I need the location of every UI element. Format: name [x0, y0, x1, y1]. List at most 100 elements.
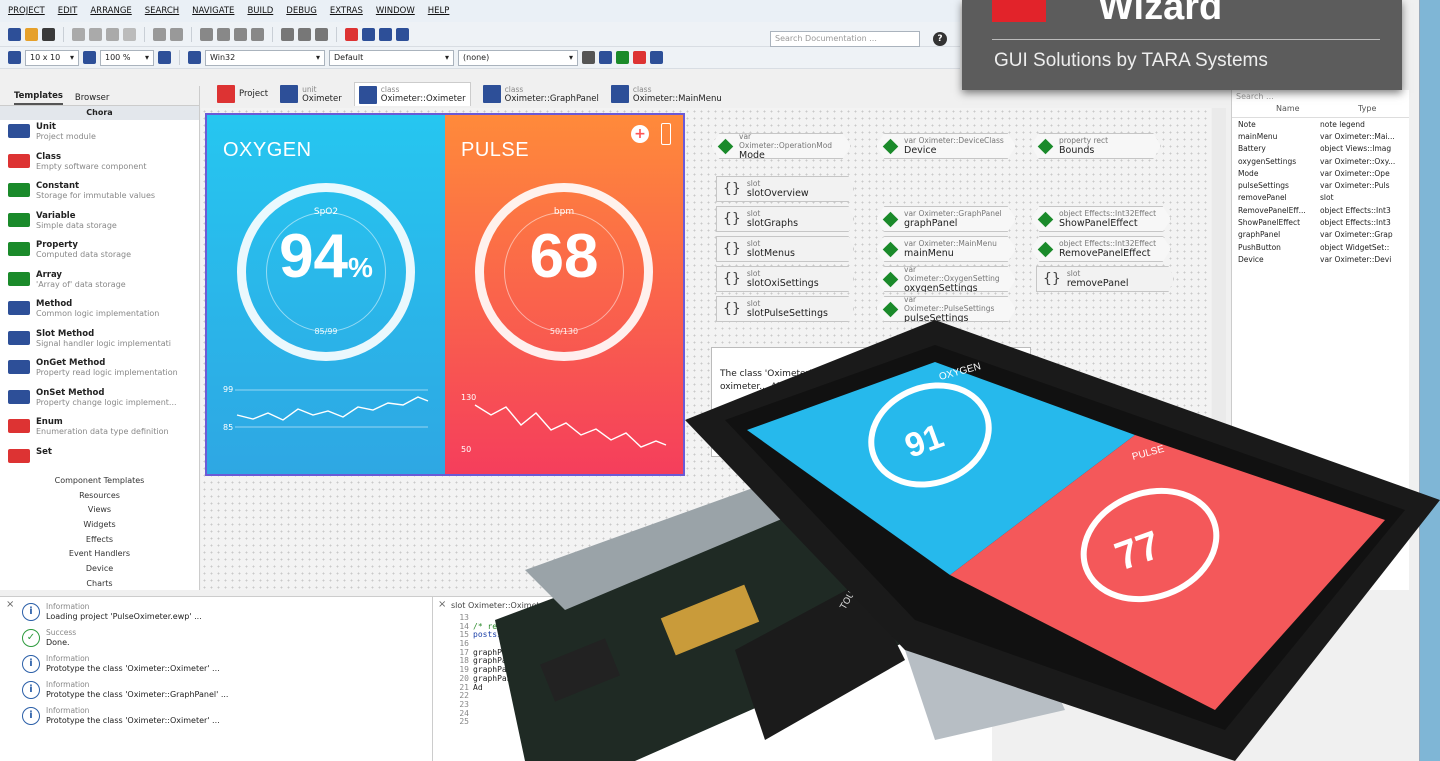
- member-row[interactable]: pulseSettings var Oximeter::Puls: [1232, 179, 1409, 191]
- log-entry[interactable]: i Information Loading project 'PulseOximet…: [0, 599, 432, 625]
- zoom-select[interactable]: 100 % ▾: [100, 49, 154, 66]
- zoom-in-icon[interactable]: [298, 27, 311, 41]
- fit-icon[interactable]: [158, 51, 171, 64]
- zoom-icon[interactable]: [281, 27, 294, 41]
- slot-node[interactable]: {} slot slotPulseSettings: [716, 296, 854, 322]
- new-file-icon[interactable]: [8, 27, 21, 41]
- zoom-out-icon[interactable]: [315, 27, 328, 41]
- align-icon[interactable]: [251, 27, 264, 41]
- delete-icon[interactable]: [123, 27, 136, 41]
- slot-node[interactable]: {} slot slotOxiSettings: [716, 266, 854, 292]
- build-icon[interactable]: [345, 27, 358, 41]
- member-node[interactable]: var Oximeter::GraphPanel graphPanel: [876, 206, 1016, 232]
- template-item[interactable]: Unit Project module: [0, 120, 199, 150]
- frame-icon[interactable]: [396, 27, 409, 41]
- filter-select[interactable]: (none) ▾: [458, 49, 578, 66]
- member-row[interactable]: ShowPanelEffect object Effects::Int3: [1232, 216, 1409, 228]
- tab-oximeter--mainmenu[interactable]: class Oximeter::MainMenu: [610, 85, 722, 104]
- frame-icon[interactable]: [379, 27, 392, 41]
- member-node[interactable]: object Effects::Int32Effect ShowPanelEffe…: [1031, 206, 1171, 232]
- member-node[interactable]: property rect Bounds: [1031, 133, 1161, 159]
- member-row[interactable]: graphPanel var Oximeter::Grap: [1232, 229, 1409, 241]
- log-entry[interactable]: ✓ Success Done.: [0, 625, 432, 651]
- tab-oximeter[interactable]: unit Oximeter: [280, 85, 342, 104]
- member-row[interactable]: Device var Oximeter::Devi: [1232, 253, 1409, 265]
- member-row[interactable]: Battery object Views::Imag: [1232, 143, 1409, 155]
- slot-node[interactable]: {} slot slotGraphs: [716, 206, 854, 232]
- tool-icon[interactable]: [616, 51, 629, 64]
- member-row[interactable]: removePanel slot: [1232, 192, 1409, 204]
- slot-node[interactable]: {} slot slotMenus: [716, 236, 854, 262]
- tab-oximeter--graphpanel[interactable]: class Oximeter::GraphPanel: [482, 85, 599, 104]
- menu-item-search[interactable]: SEARCH: [145, 6, 179, 16]
- category-item[interactable]: Effects: [0, 533, 199, 548]
- member-row[interactable]: mainMenu var Oximeter::Mai...: [1232, 130, 1409, 142]
- save-icon[interactable]: [42, 27, 55, 41]
- menu-item-edit[interactable]: EDIT: [58, 6, 78, 16]
- tab-templates[interactable]: Templates: [14, 89, 63, 105]
- category-item[interactable]: Resources: [0, 489, 199, 504]
- menu-item-window[interactable]: WINDOW: [376, 6, 415, 16]
- template-item[interactable]: OnSet Method Property change logic implem…: [0, 386, 199, 416]
- menu-item-navigate[interactable]: NAVIGATE: [192, 6, 234, 16]
- debug-icon[interactable]: [362, 27, 375, 41]
- align-icon[interactable]: [234, 27, 247, 41]
- profile-select[interactable]: Default ▾: [329, 49, 454, 66]
- template-item[interactable]: Set: [0, 445, 199, 475]
- template-item[interactable]: Method Common logic implementation: [0, 297, 199, 327]
- platform-select[interactable]: Win32 ▾: [205, 49, 325, 66]
- undo-icon[interactable]: [153, 27, 166, 41]
- template-item[interactable]: Slot Method Signal handler logic implemen…: [0, 327, 199, 357]
- slot-node[interactable]: {} slot slotOverview: [716, 176, 854, 202]
- class-note[interactable]: The class 'Oximeter' combine... to one a…: [711, 347, 1031, 457]
- copy-icon[interactable]: [89, 27, 102, 41]
- section-header[interactable]: Chora: [0, 106, 199, 120]
- template-item[interactable]: Constant Storage for immutable values: [0, 179, 199, 209]
- category-item[interactable]: Component Templates: [0, 474, 199, 489]
- add-icon[interactable]: +: [631, 125, 649, 143]
- align-icon[interactable]: [200, 27, 213, 41]
- category-item[interactable]: Widgets: [0, 518, 199, 533]
- tool-icon[interactable]: [633, 51, 646, 64]
- tool-icon[interactable]: [650, 51, 663, 64]
- members-search[interactable]: Search ...: [1232, 90, 1409, 104]
- refresh-icon[interactable]: [582, 51, 595, 64]
- canvas-scrollbar[interactable]: [1212, 108, 1226, 590]
- template-item[interactable]: OnGet Method Property read logic implemen…: [0, 356, 199, 386]
- menu-item-build[interactable]: BUILD: [247, 6, 273, 16]
- member-node[interactable]: var Oximeter::MainMenu mainMenu: [876, 236, 1016, 262]
- close-icon[interactable]: ×: [438, 599, 446, 610]
- template-item[interactable]: Variable Simple data storage: [0, 209, 199, 239]
- member-node[interactable]: var Oximeter::PulseSettings pulseSettings: [876, 296, 1016, 322]
- member-row[interactable]: PushButton object WidgetSet::: [1232, 241, 1409, 253]
- template-item[interactable]: Enum Enumeration data type definition: [0, 415, 199, 445]
- code-editor[interactable]: × slot Oximeter::Oximeter.slotGraphs 13 1…: [432, 596, 992, 761]
- align-icon[interactable]: [217, 27, 230, 41]
- log-entry[interactable]: i Information Prototype the class 'Oximete…: [0, 703, 432, 729]
- category-item[interactable]: Views: [0, 503, 199, 518]
- menu-item-project[interactable]: PROJECT: [8, 6, 45, 16]
- menu-item-extras[interactable]: EXTRAS: [330, 6, 363, 16]
- category-item[interactable]: Device: [0, 562, 199, 577]
- close-icon[interactable]: ×: [6, 599, 14, 610]
- template-item[interactable]: Array 'Array of' data storage: [0, 268, 199, 298]
- col-type[interactable]: Type: [1318, 104, 1376, 117]
- redo-icon[interactable]: [170, 27, 183, 41]
- member-node[interactable]: var Oximeter::OperationMod Mode: [711, 133, 851, 159]
- member-row[interactable]: oxygenSettings var Oximeter::Oxy...: [1232, 155, 1409, 167]
- template-item[interactable]: Class Empty software component: [0, 150, 199, 180]
- grid-select[interactable]: 10 x 10 ▾: [25, 49, 79, 66]
- col-name[interactable]: Name: [1236, 104, 1318, 117]
- menu-item-arrange[interactable]: ARRANGE: [90, 6, 131, 16]
- tab-oximeter--oximeter[interactable]: class Oximeter::Oximeter: [353, 82, 471, 106]
- slot-node[interactable]: {} slot removePanel: [1036, 266, 1174, 292]
- menu-item-debug[interactable]: DEBUG: [286, 6, 317, 16]
- member-row[interactable]: Mode var Oximeter::Ope: [1232, 167, 1409, 179]
- member-row[interactable]: RemovePanelEff... object Effects::Int3: [1232, 204, 1409, 216]
- template-item[interactable]: Property Computed data storage: [0, 238, 199, 268]
- member-row[interactable]: Note note legend: [1232, 118, 1409, 130]
- doc-search-input[interactable]: Search Documentation ...: [770, 31, 920, 47]
- device-preview[interactable]: OXYGEN SpO2 94% 85/99 99 85 PULSE + bpm …: [205, 113, 685, 476]
- composer-canvas[interactable]: OXYGEN SpO2 94% 85/99 99 85 PULSE + bpm …: [201, 108, 1211, 590]
- member-node[interactable]: var Oximeter::OxygenSetting oxygenSetting…: [876, 266, 1016, 292]
